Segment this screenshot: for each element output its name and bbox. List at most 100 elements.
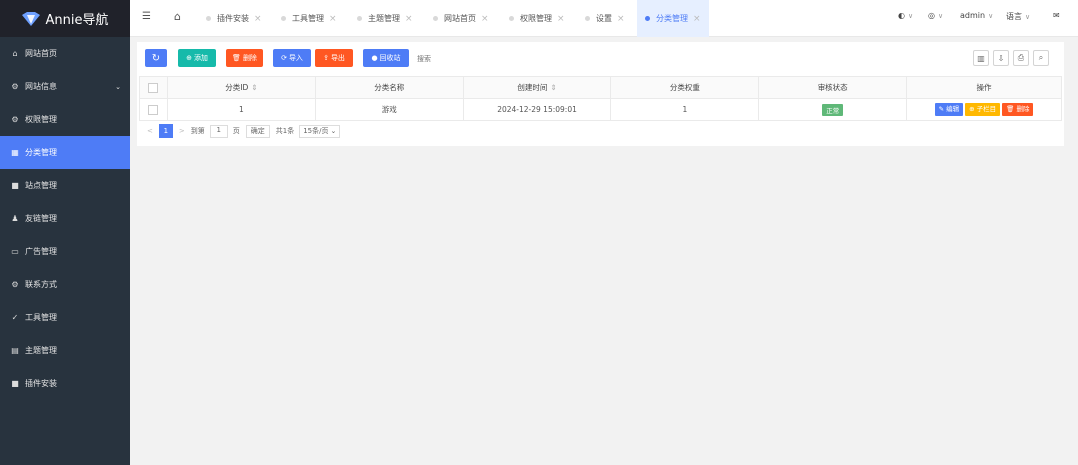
column-label: 分类名称 — [374, 83, 405, 92]
tab-dot — [357, 16, 362, 21]
cell-created: 2024-12-29 15:09:01 — [462, 98, 612, 121]
category-table: 分类ID ⇕ 分类名称 创建时间 ⇕ 分类权重 审核状态 操作 1 游戏 2024-… — [139, 76, 1062, 121]
print-button[interactable]: ⎙ — [1013, 50, 1029, 66]
column-header[interactable]: 创建时间 ⇕ — [462, 76, 612, 99]
sidebar-item-tools[interactable]: ✓ 工具管理 — [0, 301, 130, 334]
column-header[interactable]: 分类ID ⇕ — [166, 76, 316, 99]
message-icon: ✉ — [1053, 11, 1060, 20]
tab-dot — [509, 16, 514, 21]
export-button[interactable]: ⇪ 导出 — [315, 49, 353, 67]
user-menu[interactable]: admin ∨ — [960, 11, 993, 20]
close-icon[interactable]: × — [557, 14, 565, 24]
sidebar-item-permissions[interactable]: ⚙ 权限管理 — [0, 103, 130, 136]
home-icon: ⌂ — [12, 49, 18, 58]
search-input[interactable] — [411, 50, 519, 67]
select-all-checkbox[interactable] — [148, 82, 159, 93]
per-page-select[interactable]: 15条/页 ⌄ — [299, 124, 341, 138]
columns-filter-button[interactable]: ▥ — [973, 50, 989, 66]
menu-toggle-icon[interactable]: ☰ — [142, 11, 151, 22]
next-page-button[interactable]: > — [179, 127, 185, 135]
close-icon[interactable]: × — [329, 14, 337, 24]
username: admin — [960, 11, 986, 20]
row-delete-button[interactable]: 🗑 删除 — [1002, 103, 1034, 116]
page-input[interactable]: 1 — [209, 124, 228, 138]
sidebar-item-categories[interactable]: ▦ 分类管理 — [0, 136, 130, 169]
language-menu[interactable]: 语言 ∨ — [1006, 11, 1030, 22]
export-table-button[interactable]: ⇩ — [993, 50, 1009, 66]
sidebar: ⌂ 网站首页 ⚙ 网站信息 ⌄ ⚙ 权限管理 ▦ 分类管理 ■ 站点管理 ♟ 友… — [0, 37, 130, 465]
home-icon[interactable]: ⌂ — [174, 10, 181, 23]
close-icon[interactable]: × — [481, 14, 489, 24]
tab-permissions[interactable]: 权限管理 × — [509, 0, 565, 37]
edit-button[interactable]: ✎ 编辑 — [934, 103, 964, 116]
sidebar-item-sites[interactable]: ■ 站点管理 — [0, 169, 130, 202]
sidebar-item-plugins[interactable]: ■ 插件安装 — [0, 367, 130, 400]
globe-icon: ◎ — [928, 11, 935, 20]
close-icon[interactable]: × — [617, 14, 625, 24]
row-checkbox[interactable] — [148, 104, 159, 115]
import-button[interactable]: ⟳ 导入 — [273, 49, 311, 67]
sidebar-item-label: 网站首页 — [25, 49, 57, 58]
recycle-bin-button[interactable]: ● 回收站 — [363, 49, 409, 67]
subcategory-button[interactable]: ⊕ 子栏目 — [965, 103, 1001, 116]
sidebar-item-label: 插件安装 — [25, 379, 57, 388]
sidebar-item-site-info[interactable]: ⚙ 网站信息 ⌄ — [0, 70, 130, 103]
chevron-down-icon: ∨ — [937, 11, 944, 20]
users-icon: ♟ — [11, 214, 19, 223]
close-icon[interactable]: × — [254, 14, 262, 24]
tab-dot — [281, 16, 286, 21]
columns-icon: ▥ — [977, 53, 985, 63]
gear-icon: ⚙ — [11, 82, 19, 91]
chevron-down-icon: ∨ — [1025, 12, 1031, 21]
tab-label: 网站首页 — [444, 14, 476, 23]
chevron-down-icon: ∨ — [907, 11, 914, 20]
sidebar-item-home[interactable]: ⌂ 网站首页 — [0, 37, 130, 70]
logo[interactable]: Annie导航 — [0, 0, 130, 37]
column-label: 创建时间 — [517, 83, 548, 92]
sidebar-item-themes[interactable]: ▤ 主题管理 — [0, 334, 130, 367]
column-header: 分类权重 — [610, 76, 760, 99]
tab-site-home[interactable]: 网站首页 × — [433, 0, 489, 37]
sidebar-item-links[interactable]: ♟ 友链管理 — [0, 202, 130, 235]
tab-dot — [585, 16, 590, 21]
edit-label: 编辑 — [946, 105, 960, 113]
print-icon: ⎙ — [1017, 53, 1025, 62]
sort-icon[interactable]: ⇕ — [251, 83, 257, 92]
tab-themes[interactable]: 主题管理 × — [357, 0, 413, 37]
sidebar-item-contact[interactable]: ⚙ 联系方式 — [0, 268, 130, 301]
current-page[interactable]: 1 — [158, 124, 173, 138]
cell-id: 1 — [166, 98, 316, 121]
tab-categories[interactable]: 分类管理 × — [637, 0, 709, 37]
tab-tools[interactable]: 工具管理 × — [281, 0, 337, 37]
globe-menu[interactable]: ◎ ∨ — [928, 11, 943, 20]
tab-label: 设置 — [596, 14, 612, 23]
theme-icon: ◐ — [898, 11, 905, 20]
sidebar-item-label: 分类管理 — [25, 148, 57, 157]
sidebar-item-label: 网站信息 — [25, 82, 57, 91]
status-badge: 正常 — [822, 103, 844, 116]
chevron-down-icon: ∨ — [988, 11, 994, 20]
tab-label: 主题管理 — [368, 14, 400, 23]
close-icon[interactable]: × — [405, 14, 413, 24]
sidebar-item-ads[interactable]: ▭ 广告管理 — [0, 235, 130, 268]
delete-button[interactable]: 🗑 删除 — [226, 49, 263, 67]
sort-icon[interactable]: ⇕ — [550, 83, 556, 92]
tab-plugins[interactable]: 插件安装 × — [206, 0, 262, 37]
theme-switcher[interactable]: ◐ ∨ — [898, 11, 913, 20]
select-all-cell — [139, 76, 168, 99]
add-button[interactable]: ⊕ 添加 — [178, 49, 216, 67]
messages-button[interactable]: ✉ — [1053, 11, 1060, 20]
cell-weight: 1 — [610, 98, 760, 121]
download-icon: ⇩ — [997, 53, 1005, 63]
search-toggle-button[interactable]: ⌕ — [1033, 50, 1049, 66]
confirm-page-button[interactable]: 确定 — [245, 124, 270, 138]
add-label: 添加 — [193, 54, 208, 62]
logo-diamond-icon — [21, 11, 40, 26]
close-icon[interactable]: × — [693, 14, 701, 24]
top-header: ☰ ⌂ 插件安装 × 工具管理 × 主题管理 × 网站首页 × 权限管理 × 设… — [130, 0, 1078, 37]
refresh-button[interactable]: ↻ — [145, 49, 167, 67]
tab-settings[interactable]: 设置 × — [585, 0, 625, 37]
sidebar-item-label: 友链管理 — [25, 214, 57, 223]
plus-circle-icon: ⊕ — [186, 54, 192, 62]
prev-page-button[interactable]: < — [147, 127, 153, 135]
